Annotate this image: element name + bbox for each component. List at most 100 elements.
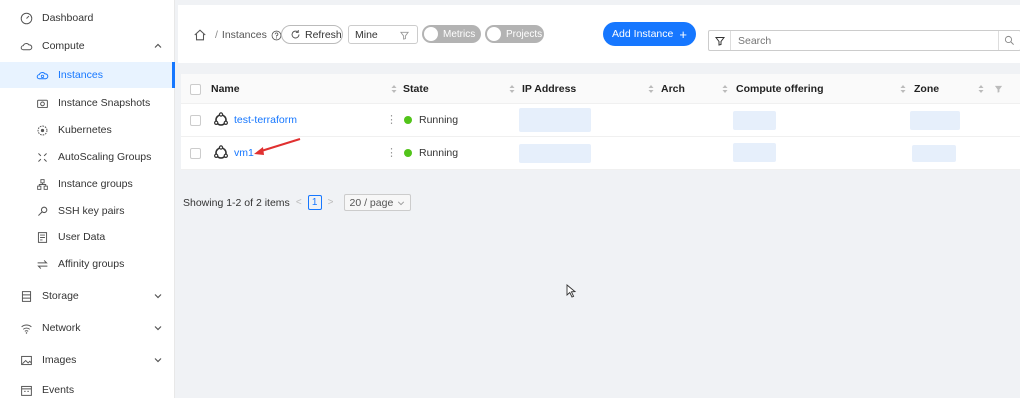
sidebar-item-label: Dashboard	[42, 12, 94, 24]
sidebar-item-images[interactable]: Images	[0, 347, 175, 373]
row-checkbox[interactable]	[190, 115, 201, 126]
main-content: / Instances Refresh Mine Metrics Project…	[176, 0, 1020, 398]
sidebar-item-dashboard[interactable]: Dashboard	[0, 5, 175, 31]
sidebar-item-label: Instances	[58, 69, 103, 81]
row-menu-icon[interactable]: ⋮	[386, 146, 397, 159]
refresh-icon	[291, 30, 300, 39]
refresh-label: Refresh	[305, 28, 342, 41]
user-data-icon	[35, 230, 49, 244]
ip-address-redacted	[519, 108, 591, 132]
sort-icon[interactable]	[647, 84, 655, 94]
sidebar-item-network[interactable]: Network	[0, 315, 175, 341]
sort-icon[interactable]	[977, 84, 985, 94]
toggle-knob	[487, 27, 501, 41]
running-status-dot	[404, 149, 412, 157]
sort-icon[interactable]	[721, 84, 729, 94]
sidebar: Dashboard Compute Instances Instance Sna…	[0, 0, 175, 398]
dashboard-icon	[19, 11, 33, 25]
column-header-compute-offering[interactable]: Compute offering	[736, 74, 824, 104]
column-header-name[interactable]: Name	[211, 74, 240, 104]
compute-offering-redacted	[733, 143, 776, 162]
filter-select[interactable]: Mine	[348, 25, 418, 44]
key-icon	[35, 204, 49, 218]
sidebar-item-label: Instance Snapshots	[58, 97, 151, 109]
home-icon[interactable]	[193, 28, 207, 42]
chevron-up-icon	[154, 43, 162, 48]
instance-name-link[interactable]: test-terraform	[213, 112, 297, 128]
sidebar-item-ssh-key-pairs[interactable]: SSH key pairs	[0, 198, 175, 224]
state-label: Running	[419, 114, 459, 126]
mouse-cursor-icon	[566, 284, 577, 298]
page-number-button[interactable]: 1	[307, 195, 322, 210]
metrics-toggle[interactable]: Metrics	[422, 25, 481, 43]
refresh-button[interactable]: Refresh	[281, 25, 343, 44]
group-icon	[35, 177, 49, 191]
next-page-button[interactable]: >	[328, 197, 334, 208]
funnel-icon	[400, 31, 409, 40]
sort-icon[interactable]	[390, 84, 398, 94]
status-badge: Running	[404, 114, 458, 126]
chevron-down-icon	[154, 326, 162, 331]
annotation-arrow-icon	[254, 138, 301, 155]
sort-icon[interactable]	[899, 84, 907, 94]
wifi-icon	[19, 321, 33, 335]
sidebar-item-user-data[interactable]: User Data	[0, 224, 175, 250]
column-header-arch[interactable]: Arch	[661, 74, 685, 104]
instance-name: test-terraform	[234, 114, 298, 126]
breadcrumb-separator: /	[215, 29, 218, 41]
sidebar-item-compute[interactable]: Compute	[0, 33, 175, 59]
table-row[interactable]: test-terraform ⋮ Running	[181, 104, 1020, 137]
sidebar-item-events[interactable]: Events	[0, 377, 175, 398]
add-instance-label: Add Instance	[612, 28, 674, 40]
ubuntu-icon	[214, 112, 228, 126]
sort-icon[interactable]	[508, 84, 516, 94]
row-checkbox[interactable]	[190, 148, 201, 159]
sidebar-item-affinity-groups[interactable]: Affinity groups	[0, 251, 175, 277]
add-instance-button[interactable]: Add Instance +	[603, 22, 696, 46]
pagination: Showing 1-2 of 2 items < 1 > 20 / page	[183, 194, 412, 211]
zone-redacted	[910, 111, 960, 130]
zone-redacted	[912, 145, 956, 162]
chevron-down-icon	[154, 294, 162, 299]
select-all-checkbox[interactable]	[190, 84, 201, 95]
image-icon	[19, 353, 33, 367]
sidebar-item-storage[interactable]: Storage	[0, 283, 175, 309]
projects-label: Projects	[506, 28, 543, 40]
sidebar-item-instances[interactable]: Instances	[0, 62, 175, 88]
search-filter-button[interactable]	[709, 31, 731, 50]
sidebar-item-label: SSH key pairs	[58, 205, 125, 217]
sidebar-item-instance-snapshots[interactable]: Instance Snapshots	[0, 90, 175, 116]
autoscaling-icon	[35, 150, 49, 164]
toggle-knob	[424, 27, 438, 41]
instance-name-link[interactable]: vm1	[213, 145, 254, 161]
breadcrumb: / Instances	[193, 28, 282, 42]
sidebar-item-instance-groups[interactable]: Instance groups	[0, 171, 175, 197]
filter-icon[interactable]	[994, 84, 1003, 94]
cloud-icon	[19, 39, 33, 53]
sidebar-item-label: Images	[42, 354, 77, 366]
sidebar-item-kubernetes[interactable]: Kubernetes	[0, 117, 175, 143]
sidebar-item-label: Kubernetes	[58, 124, 112, 136]
search-button[interactable]	[998, 31, 1020, 50]
projects-toggle[interactable]: Projects	[485, 25, 544, 43]
storage-icon	[19, 289, 33, 303]
status-badge: Running	[404, 147, 458, 159]
column-header-zone[interactable]: Zone	[914, 74, 939, 104]
page-size-value: 20 / page	[349, 196, 394, 209]
search-input[interactable]	[731, 32, 971, 49]
breadcrumb-current: Instances	[221, 29, 267, 41]
row-menu-icon[interactable]: ⋮	[386, 113, 397, 126]
sidebar-item-label: AutoScaling Groups	[58, 151, 152, 163]
page-size-select[interactable]: 20 / page	[343, 194, 412, 211]
prev-page-button[interactable]: <	[296, 197, 302, 208]
sidebar-item-label: Events	[42, 384, 75, 396]
sidebar-item-autoscaling-groups[interactable]: AutoScaling Groups	[0, 144, 175, 170]
column-header-ip-address[interactable]: IP Address	[522, 74, 576, 104]
search-box	[708, 30, 1020, 51]
column-header-state[interactable]: State	[403, 74, 429, 104]
camera-icon	[35, 96, 49, 110]
calendar-icon	[19, 383, 33, 397]
chevron-down-icon	[398, 200, 405, 205]
ip-address-redacted	[519, 144, 591, 163]
toolbar: / Instances Refresh Mine Metrics Project…	[178, 5, 1020, 63]
